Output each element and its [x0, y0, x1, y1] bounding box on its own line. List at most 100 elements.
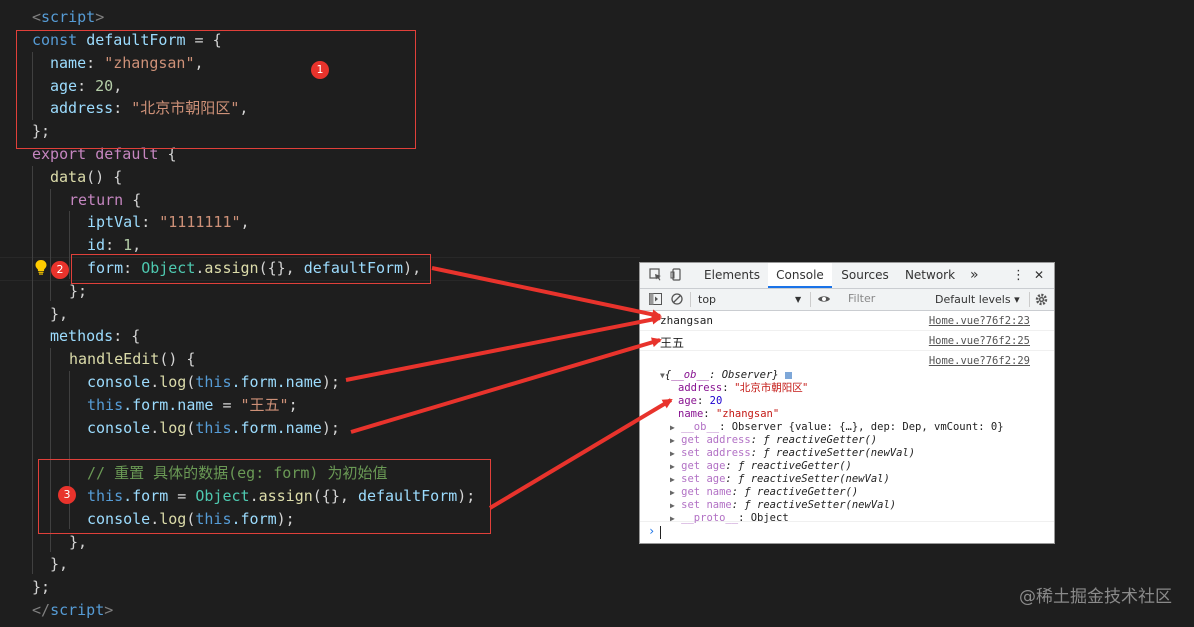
clear-console-icon[interactable] [670, 293, 684, 307]
console-message[interactable]: 王五 Home.vue?76f2:25 [640, 331, 1054, 351]
console-message-text: zhangsan [660, 314, 713, 327]
chevron-down-icon[interactable]: ▼ [795, 289, 801, 310]
console-toolbar: top ▼ Filter Default levels ▾ [640, 289, 1054, 311]
context-selector[interactable]: top [698, 289, 716, 310]
object-property: age: 20 [678, 395, 723, 407]
lightbulb-icon[interactable] [34, 259, 48, 275]
annotation-box-3 [38, 459, 491, 534]
punctuation: }; [69, 282, 88, 300]
code-line[interactable]: handleEdit() { [69, 348, 195, 370]
triangle-right-icon[interactable]: ▶ [670, 462, 675, 471]
string-literal: "1111111" [159, 213, 241, 231]
object-expandable-row[interactable]: ▶ set age: ƒ reactiveSetter(newVal) [670, 473, 890, 486]
identifier: console [87, 373, 151, 391]
triangle-right-icon[interactable]: ▶ [670, 449, 675, 458]
console-filter-input[interactable]: Filter [844, 291, 930, 306]
code-line[interactable]: console.log(this.form.name); [87, 371, 340, 393]
tag-bracket: > [95, 8, 105, 26]
punctuation: . [150, 373, 160, 391]
keyword: this [195, 373, 232, 391]
devtools-menu-button[interactable]: ⋮ [1012, 263, 1025, 288]
punctuation: () { [86, 168, 123, 186]
tag-name: script [50, 601, 105, 619]
object-expandable-row[interactable]: ▶ set address: ƒ reactiveSetter(newVal) [670, 447, 915, 460]
console-prompt-icon: › [648, 524, 656, 538]
console-source-link[interactable]: Home.vue?76f2:23 [929, 315, 1030, 327]
console-message[interactable]: zhangsan Home.vue?76f2:23 [640, 311, 1054, 331]
punctuation: ; [288, 396, 298, 414]
code-line[interactable]: iptVal: "1111111", [87, 211, 250, 233]
property-key: get age [681, 460, 726, 472]
keyword: return [69, 191, 124, 209]
console-source-link[interactable]: Home.vue?76f2:25 [929, 335, 1030, 347]
tab-network[interactable]: Network [900, 263, 960, 288]
sidebar-toggle-icon[interactable] [648, 293, 662, 307]
punctuation: = [213, 396, 241, 414]
identifier: .form.name [123, 396, 214, 414]
triangle-right-icon[interactable]: ▶ [670, 488, 675, 497]
property-value: "北京市朝阳区" [734, 382, 808, 394]
tab-elements[interactable]: Elements [700, 263, 764, 288]
device-toggle-icon[interactable] [669, 268, 683, 282]
object-property: name: "zhangsan" [678, 408, 780, 420]
object-expandable-row[interactable]: ▶ get address: ƒ reactiveGetter() [670, 434, 877, 447]
code-line[interactable]: </script> [32, 599, 113, 621]
annotation-badge-2: 2 [51, 261, 69, 279]
function-name: handleEdit [69, 350, 160, 368]
object-property: address: "北京市朝阳区" [678, 382, 808, 394]
code-line[interactable]: <script> [32, 6, 104, 28]
tag-bracket: < [32, 8, 42, 26]
function-name: log [159, 419, 187, 437]
property-key: id [87, 236, 106, 254]
devtools-tab-bar: Elements Console Sources Network » ⋮ ✕ [640, 263, 1054, 289]
devtools-close-button[interactable]: ✕ [1034, 263, 1046, 288]
punctuation: () { [159, 350, 196, 368]
console-prompt-row[interactable]: › [640, 522, 1054, 542]
triangle-right-icon[interactable]: ▶ [670, 475, 675, 484]
code-line[interactable]: id: 1, [87, 234, 141, 256]
triangle-right-icon[interactable]: ▶ [670, 423, 675, 432]
code-line[interactable]: console.log(this.form.name); [87, 417, 340, 439]
console-message-text: 王五 [660, 336, 685, 350]
console-message[interactable]: Home.vue?76f2:29 ▼{__ob__: Observer} add… [640, 351, 1054, 524]
object-expandable-row[interactable]: ▶ set name: ƒ reactiveSetter(newVal) [670, 499, 896, 512]
tab-sources[interactable]: Sources [836, 263, 894, 288]
object-summary[interactable]: ▼{__ob__: Observer} [660, 369, 792, 382]
property-value: : ƒ reactiveSetter(newVal) [731, 499, 897, 511]
code-line[interactable]: }, [69, 531, 87, 553]
triangle-right-icon[interactable]: ▶ [670, 501, 675, 510]
property-key: set age [681, 473, 726, 485]
code-line[interactable]: this.form.name = "王五"; [87, 394, 298, 416]
inspect-element-icon[interactable] [648, 268, 662, 282]
punctuation: ); [321, 419, 340, 437]
object-expandable-row[interactable]: ▶ get age: ƒ reactiveGetter() [670, 460, 852, 473]
devtools-panel[interactable]: Elements Console Sources Network » ⋮ ✕ t… [640, 263, 1054, 543]
keyword: this [195, 419, 232, 437]
code-line[interactable]: return { [69, 189, 141, 211]
gear-icon[interactable] [1034, 293, 1048, 307]
more-tabs-button[interactable]: » [970, 263, 984, 288]
code-line[interactable]: }, [50, 303, 68, 325]
console-source-link[interactable]: Home.vue?76f2:29 [929, 355, 1030, 367]
property-key: age [678, 395, 697, 407]
tag-bracket: </ [32, 601, 51, 619]
code-line[interactable]: methods: { [50, 325, 140, 347]
toolbar-divider [1029, 292, 1030, 307]
triangle-right-icon[interactable]: ▶ [670, 436, 675, 445]
code-line[interactable]: }; [32, 576, 50, 598]
eye-icon[interactable] [817, 293, 831, 307]
code-line[interactable]: data() { [50, 166, 122, 188]
property-key: name [678, 408, 704, 420]
function-name: log [159, 373, 187, 391]
code-line[interactable]: }, [50, 553, 68, 575]
identifier: .form.name [231, 419, 322, 437]
tab-console[interactable]: Console [768, 263, 832, 288]
annotation-box-1 [16, 30, 416, 149]
object-expandable-row[interactable]: ▶ __ob__: Observer {value: {…}, dep: Dep… [670, 421, 1004, 434]
toolbar-divider [690, 292, 691, 307]
object-expandable-row[interactable]: ▶ get name: ƒ reactiveGetter() [670, 486, 858, 499]
punctuation: : { [113, 327, 141, 345]
punctuation: }; [32, 578, 51, 596]
console-input-caret[interactable] [660, 526, 661, 539]
log-levels-dropdown[interactable]: Default levels ▾ [935, 289, 1020, 310]
